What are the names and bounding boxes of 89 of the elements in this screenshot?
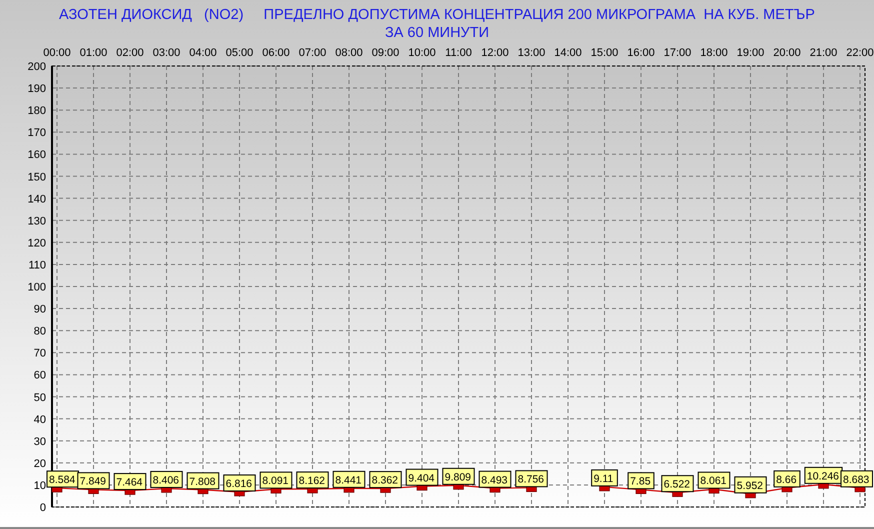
value-label: 9.809 — [442, 468, 475, 485]
axis-tick-label: 19:00 — [736, 47, 764, 59]
value-label: 8.584 — [46, 470, 79, 488]
axis-tick-label: 18:00 — [700, 47, 728, 59]
axis-tick-label: 08:00 — [335, 47, 363, 59]
chart-title: АЗОТЕН ДИОКСИД (NO2) ПРЕДЕЛНО ДОПУСТИМА КОНЦЕНТРАЦИЯ 200 МИКРОГРАМА НА КУБ. МЕТЪР ЗА 60 МИНУТИ — [58, 6, 816, 43]
value-label: 6.816 — [223, 474, 256, 492]
axis-tick-label: 04:00 — [189, 47, 217, 59]
axis-tick-label: 20 — [34, 458, 46, 470]
axis-tick-label: 180 — [28, 105, 46, 118]
data-label: 9.809 — [444, 471, 472, 484]
data-label: 8.061 — [700, 475, 727, 488]
axis-tick-label: 00:00 — [43, 47, 71, 59]
value-label: 8.683 — [840, 470, 873, 488]
axis-tick-label: 21:00 — [810, 47, 838, 59]
data-label: 5.952 — [736, 480, 764, 492]
data-label: 8.162 — [298, 475, 326, 488]
value-label: 7.849 — [77, 472, 110, 490]
value-label: 7.85 — [628, 472, 654, 490]
value-label: 8.441 — [332, 470, 366, 488]
axis-tick-label: 90 — [34, 304, 46, 316]
value-label: 9.404 — [406, 468, 438, 486]
axis-tick-label: 60 — [34, 370, 46, 382]
value-label: 8.756 — [515, 470, 548, 488]
data-label: 7.85 — [630, 476, 651, 488]
axis-tick-label: 120 — [28, 237, 46, 250]
data-label: 6.522 — [664, 478, 690, 491]
value-label: 8.66 — [774, 470, 800, 488]
axis-tick-label: 13:00 — [518, 47, 546, 59]
axis-tick-label: 14:00 — [554, 47, 582, 59]
axis-tick-label: 50 — [34, 392, 46, 404]
axis-tick-label: 09:00 — [372, 47, 400, 59]
axis-tick-label: 70 — [34, 348, 46, 360]
axis-tick-label: 16:00 — [627, 47, 655, 59]
axis-tick-label: 11:00 — [445, 47, 472, 59]
axis-tick-label: 140 — [28, 193, 46, 206]
axis-tick-label: 160 — [28, 149, 46, 162]
axis-tick-label: 03:00 — [152, 47, 180, 59]
data-label: 8.66 — [776, 474, 797, 486]
data-label: 6.816 — [226, 478, 252, 490]
axis-tick-label: 100 — [28, 282, 46, 294]
axis-tick-label: 0 — [40, 502, 46, 514]
axis-tick-label: 06:00 — [262, 47, 290, 59]
axis-tick-label: 17:00 — [664, 47, 692, 59]
data-label: 7.849 — [80, 476, 106, 488]
value-label: 8.091 — [260, 472, 292, 489]
axis-tick-label: 20:00 — [773, 47, 801, 59]
axis-tick-label: 190 — [28, 83, 46, 96]
data-label: 8.683 — [843, 474, 870, 486]
value-label: 7.464 — [114, 473, 146, 490]
value-label: 8.362 — [369, 471, 402, 488]
value-label: 7.808 — [186, 472, 220, 490]
axis-tick-label: 05:00 — [226, 47, 254, 59]
data-label: 8.756 — [518, 474, 544, 486]
axis-tick-label: 22:00 — [846, 47, 874, 59]
value-label: 8.406 — [150, 470, 183, 488]
axis-tick-label: 07:00 — [298, 47, 326, 59]
axis-tick-label: 02:00 — [116, 47, 144, 59]
data-label: 8.091 — [262, 475, 289, 488]
data-label: 10.246 — [806, 470, 840, 482]
value-label: 10.246 — [804, 466, 843, 484]
axis-tick-label: 40 — [34, 414, 46, 426]
value-label: 8.162 — [296, 472, 329, 488]
data-label: 9.11 — [594, 472, 614, 485]
value-label: 8.061 — [698, 472, 730, 489]
value-label: 6.522 — [661, 475, 694, 492]
value-label: 8.493 — [478, 470, 512, 488]
axis-tick-label: 30 — [34, 436, 46, 448]
data-label: 9.404 — [408, 472, 435, 484]
axis-tick-label: 110 — [28, 259, 46, 272]
axis-tick-label: 200 — [28, 61, 46, 73]
axis-tick-label: 130 — [28, 215, 46, 228]
axis-tick-label: 01:00 — [80, 47, 108, 59]
data-label: 7.808 — [189, 476, 216, 488]
data-label: 8.441 — [335, 474, 362, 486]
axis-tick-label: 150 — [28, 171, 46, 184]
axis-tick-label: 12:00 — [481, 47, 509, 59]
axis-tick-label: 170 — [28, 127, 46, 140]
axis-tick-label: 80 — [34, 326, 46, 338]
axis-tick-label: 10:00 — [408, 47, 436, 59]
value-label: 9.11 — [591, 469, 618, 486]
data-label: 8.406 — [152, 474, 180, 486]
data-label: 7.464 — [116, 476, 143, 489]
value-label: 5.952 — [734, 476, 767, 494]
data-label: 8.584 — [49, 474, 76, 486]
axis-tick-label: 15:00 — [590, 47, 618, 59]
data-label: 8.362 — [372, 474, 398, 487]
data-label: 8.493 — [481, 474, 508, 486]
axis-tick-label: 10 — [34, 480, 46, 492]
